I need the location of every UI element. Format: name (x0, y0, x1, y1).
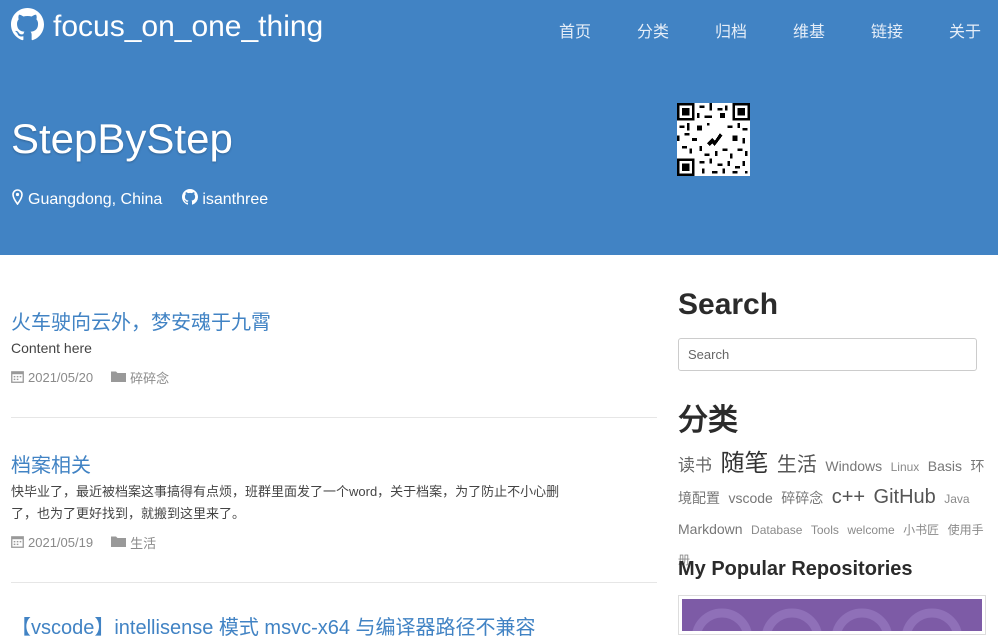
search-heading: Search (678, 288, 779, 321)
qr-code-image (677, 103, 750, 176)
tag-link[interactable]: 随笔 (720, 450, 768, 477)
tag-cloud: 读书 随笔 生活 Windows Linux Basis 环境配置 vscode… (678, 449, 988, 575)
github-profile-link[interactable]: isanthree (182, 189, 268, 210)
post-title-link[interactable]: 火车驶向云外，梦安魂于九霄 (11, 306, 271, 335)
tag-link[interactable]: vscode (728, 490, 772, 506)
tag-link[interactable]: Database (751, 523, 802, 537)
repo-card[interactable] (678, 595, 986, 635)
folder-icon (111, 535, 127, 550)
post-category-link[interactable]: 生活 (111, 533, 156, 552)
post-item: 档案相关 快毕业了，最近被档案这事搞得有点烦，班群里面发了一个word，关于档案… (11, 418, 657, 583)
repo-card-banner (682, 599, 982, 631)
nav-archive[interactable]: 归档 (714, 18, 748, 42)
location-item: Guangdong, China (11, 189, 162, 210)
post-date: 2021/05/19 (11, 535, 93, 551)
nav-categories[interactable]: 分类 (636, 18, 670, 42)
location-pin-icon (11, 189, 24, 210)
tag-link[interactable]: Markdown (678, 521, 743, 537)
brand-name: focus_on_one_thing (53, 10, 324, 43)
nav-links[interactable]: 链接 (870, 18, 904, 42)
post-meta: 2021/05/20 碎碎念 (11, 368, 187, 387)
tag-link[interactable]: c++ (832, 486, 865, 508)
top-nav: 首页 分类 归档 维基 链接 关于 (514, 18, 998, 42)
github-small-icon (182, 189, 199, 210)
search-input[interactable] (678, 338, 977, 371)
post-item: 【vscode】intellisense 模式 msvc-x64 与编译器路径不… (11, 583, 657, 643)
github-icon (11, 8, 44, 46)
tag-link[interactable]: Basis (928, 458, 962, 474)
nav-about[interactable]: 关于 (948, 18, 982, 42)
nav-home[interactable]: 首页 (558, 18, 592, 42)
tag-link[interactable]: 碎碎念 (781, 490, 823, 506)
post-meta: 2021/05/19 生活 (11, 533, 174, 552)
tag-link[interactable]: GitHub (874, 486, 936, 508)
site-header: focus_on_one_thing 首页 分类 归档 维基 链接 关于 Ste… (0, 0, 998, 255)
tag-link[interactable]: 小书匠 (903, 523, 939, 537)
post-excerpt: Content here (11, 340, 92, 356)
tag-link[interactable]: Windows (825, 458, 882, 474)
tag-link[interactable]: 读书 (678, 456, 712, 475)
tag-link[interactable]: welcome (847, 523, 894, 537)
post-list: 火车驶向云外，梦安魂于九霄 Content here 2021/05/20 碎碎… (11, 255, 657, 639)
repos-heading: My Popular Repositories (678, 558, 913, 580)
post-excerpt: 快毕业了，最近被档案这事搞得有点烦，班群里面发了一个word，关于档案，为了防止… (11, 484, 560, 521)
location-text: Guangdong, China (28, 190, 163, 208)
category-heading: 分类 (678, 404, 738, 437)
post-category-link[interactable]: 碎碎念 (111, 368, 169, 387)
tag-link[interactable]: Linux (891, 460, 920, 474)
post-item: 火车驶向云外，梦安魂于九霄 Content here 2021/05/20 碎碎… (11, 255, 657, 418)
github-username: isanthree (202, 190, 269, 208)
calendar-icon (11, 370, 24, 386)
post-date: 2021/05/20 (11, 370, 93, 386)
brand-link[interactable]: focus_on_one_thing (11, 8, 323, 46)
calendar-icon (11, 535, 24, 551)
post-title-link[interactable]: 档案相关 (11, 449, 91, 478)
folder-icon (111, 370, 127, 385)
site-title: StepByStep (11, 115, 233, 162)
tag-link[interactable]: Java (944, 492, 969, 506)
post-title-link[interactable]: 【vscode】intellisense 模式 msvc-x64 与编译器路径不… (11, 611, 536, 640)
nav-wiki[interactable]: 维基 (792, 18, 826, 42)
tag-link[interactable]: 生活 (777, 454, 817, 476)
tag-link[interactable]: Tools (811, 523, 839, 537)
site-meta: Guangdong, China isanthree (11, 189, 288, 210)
